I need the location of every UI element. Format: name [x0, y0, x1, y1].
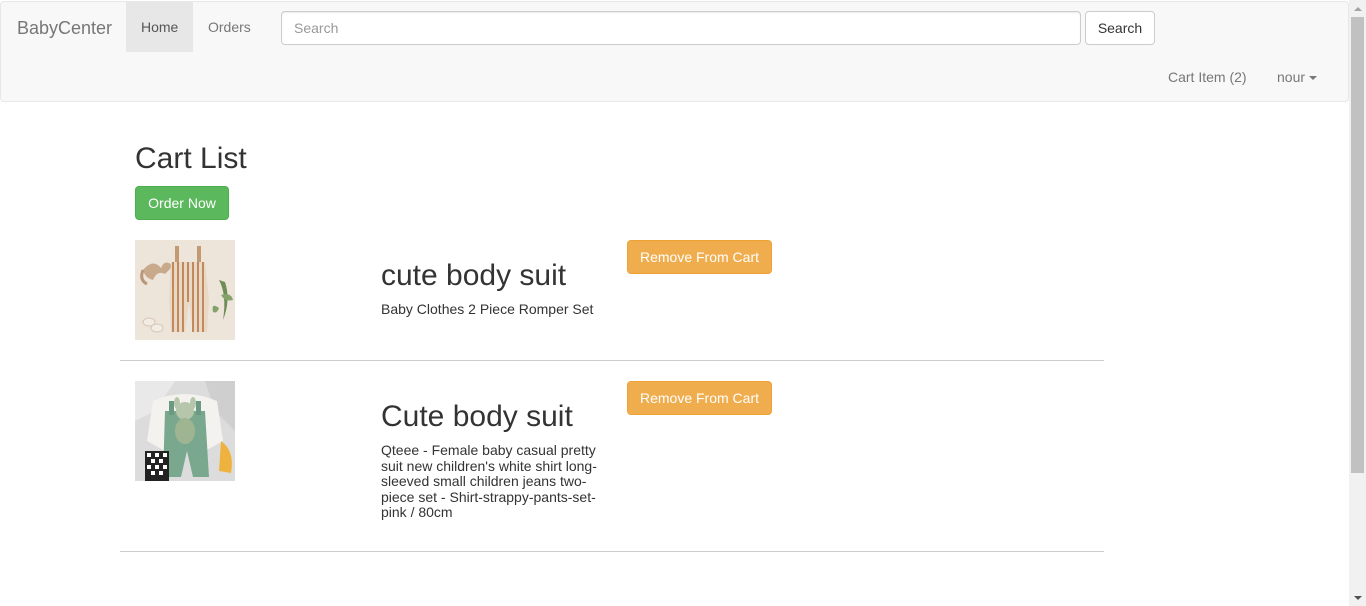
product-image-romper: [135, 240, 235, 340]
item-divider: [120, 551, 1104, 552]
vertical-scrollbar[interactable]: [1349, 0, 1366, 606]
product-image-overalls: [135, 381, 235, 481]
item-divider: [120, 360, 1104, 361]
search-input[interactable]: [281, 11, 1081, 45]
nav-home[interactable]: Home: [126, 2, 193, 52]
order-now-button[interactable]: Order Now: [135, 186, 229, 220]
search-button[interactable]: Search: [1085, 11, 1155, 45]
item-name: Cute body suit: [381, 400, 573, 433]
user-dropdown[interactable]: nour: [1262, 52, 1332, 102]
remove-from-cart-button[interactable]: Remove From Cart: [627, 240, 772, 274]
navbar: BabyCenter Home Orders Search Cart Item …: [0, 1, 1349, 102]
cart-item: Cute body suit Qteee - Female baby casua…: [120, 381, 1104, 552]
caret-down-icon: [1309, 76, 1318, 81]
scroll-down-icon[interactable]: [1349, 589, 1366, 606]
scroll-thumb[interactable]: [1351, 17, 1364, 473]
item-name: cute body suit: [381, 259, 567, 292]
item-description: Qteee - Female baby casual pretty suit n…: [381, 442, 597, 520]
remove-from-cart-button[interactable]: Remove From Cart: [627, 381, 772, 415]
scroll-up-icon[interactable]: [1349, 0, 1366, 17]
nav-cart-items[interactable]: Cart Item (2): [1153, 52, 1262, 102]
page-title: Cart List: [135, 142, 247, 175]
user-name: nour: [1277, 69, 1306, 85]
cart-item: cute body suit Baby Clothes 2 Piece Romp…: [120, 240, 1104, 361]
brand-logo[interactable]: BabyCenter: [17, 18, 112, 38]
nav-orders[interactable]: Orders: [193, 2, 266, 52]
item-description: Baby Clothes 2 Piece Romper Set: [381, 301, 594, 317]
